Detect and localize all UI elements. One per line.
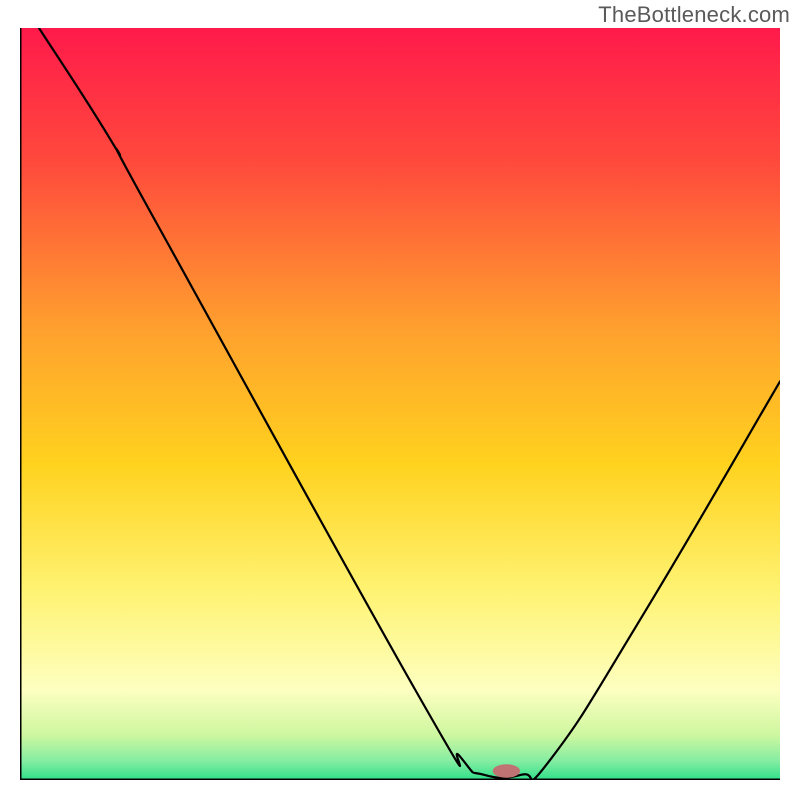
watermark-text: TheBottleneck.com [598,2,790,28]
optimal-marker [493,764,520,778]
plot-area [20,28,780,780]
chart-frame: TheBottleneck.com [0,0,800,800]
chart-background [20,28,780,780]
chart-svg [20,28,780,780]
